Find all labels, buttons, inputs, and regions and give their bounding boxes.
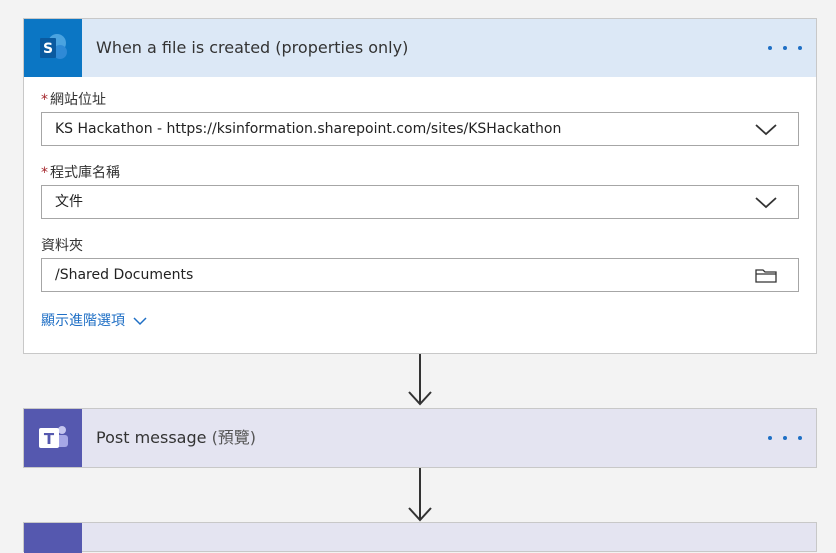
library-name-dropdown[interactable]: 文件 <box>41 185 799 219</box>
show-advanced-options-label: 顯示進階選項 <box>41 313 125 329</box>
folder-icon[interactable] <box>754 267 778 283</box>
required-marker: * <box>41 165 48 181</box>
chevron-down-icon <box>133 317 147 326</box>
site-address-value: KS Hackathon - https://ksinformation.sha… <box>55 121 562 137</box>
trigger-header[interactable]: S When a file is created (properties onl… <box>24 19 816 77</box>
chevron-down-icon <box>755 197 777 209</box>
trigger-body: * 網站位址 KS Hackathon - https://ksinformati… <box>24 77 816 342</box>
trigger-title: When a file is created (properties only) <box>96 38 409 57</box>
teams-icon: T <box>24 409 82 467</box>
flow-connector-arrow <box>408 354 432 406</box>
folder-label: 資料夾 <box>41 238 83 254</box>
sharepoint-icon: S <box>24 19 82 77</box>
action-card[interactable]: T Post message (預覽) <box>23 408 817 468</box>
action-title: Post message (預覽) <box>96 428 257 447</box>
preview-tag: (預覽) <box>211 428 257 447</box>
chevron-down-icon <box>755 124 777 136</box>
next-action-logo <box>24 523 82 553</box>
required-marker: * <box>41 92 48 108</box>
next-action-card[interactable] <box>23 522 817 553</box>
site-address-dropdown[interactable]: KS Hackathon - https://ksinformation.sha… <box>41 112 799 146</box>
trigger-card: S When a file is created (properties onl… <box>23 18 817 354</box>
library-name-value: 文件 <box>55 194 83 210</box>
action-header[interactable]: T Post message (預覽) <box>24 409 816 467</box>
library-name-label: * 程式庫名稱 <box>41 165 120 181</box>
show-advanced-options-link[interactable]: 顯示進階選項 <box>41 312 147 330</box>
folder-input[interactable]: /Shared Documents <box>41 258 799 292</box>
teams-logo-letter: T <box>44 430 55 448</box>
site-address-label: * 網站位址 <box>41 92 106 108</box>
sharepoint-logo-letter: S <box>43 41 53 57</box>
more-options-icon[interactable] <box>768 409 802 467</box>
flow-connector-arrow <box>408 468 432 522</box>
more-options-icon[interactable] <box>768 19 802 77</box>
folder-value: /Shared Documents <box>55 267 194 283</box>
